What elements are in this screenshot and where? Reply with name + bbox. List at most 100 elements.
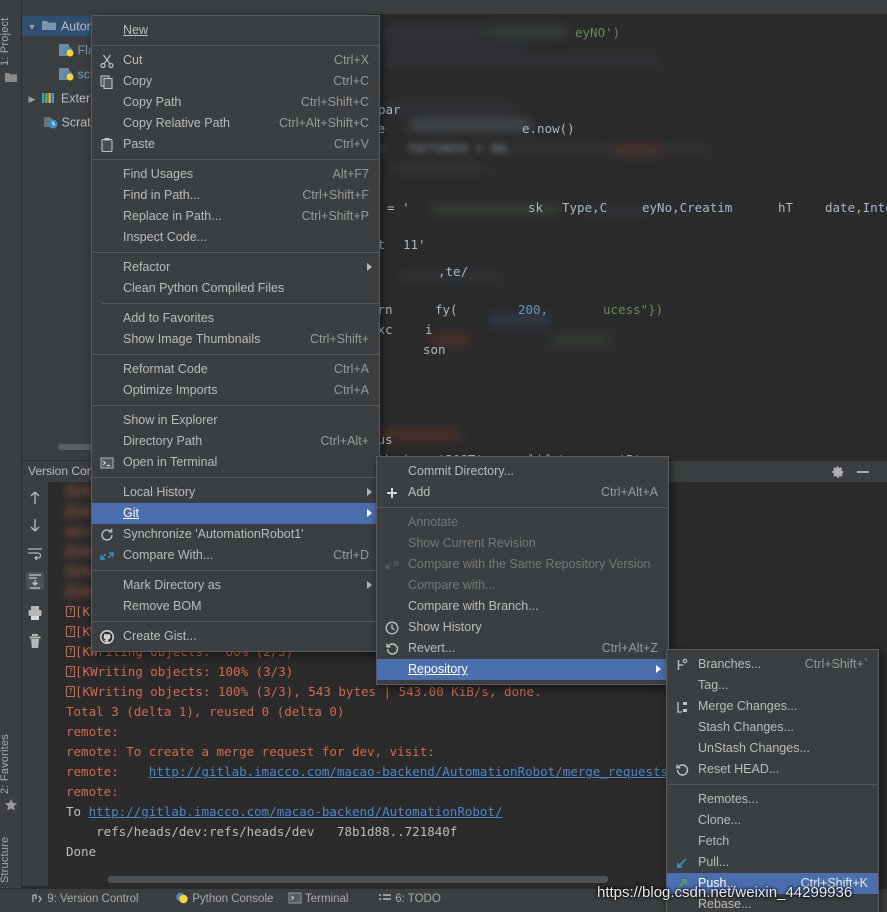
menu-item-inspect-code[interactable]: Inspect Code... bbox=[92, 227, 379, 248]
statusbar-item-version-control[interactable]: 9: Version Control bbox=[30, 893, 139, 905]
repository-link[interactable]: http://gitlab.imacco.com/macao-backend/A… bbox=[89, 804, 503, 819]
tree-item-external-libraries[interactable]: ▶ Extern bbox=[22, 88, 98, 109]
menu-item-copy[interactable]: Copy Ctrl+C bbox=[92, 71, 379, 92]
menu-separator bbox=[377, 507, 668, 508]
menu-item-replace-in-path[interactable]: Replace in Path... Ctrl+Shift+P bbox=[92, 206, 379, 227]
menu-separator bbox=[92, 252, 379, 253]
git-submenu[interactable]: Commit Directory... Add Ctrl+Alt+A Annot… bbox=[376, 456, 669, 685]
menu-item-local-history[interactable]: Local History bbox=[92, 482, 379, 503]
code-fragment: Type,C bbox=[562, 200, 608, 215]
repository-submenu[interactable]: Branches... Ctrl+Shift+` Tag... Merge Ch… bbox=[666, 649, 879, 912]
menu-item-copy-relative-path[interactable]: Copy Relative Path Ctrl+Alt+Shift+C bbox=[92, 113, 379, 134]
expander-icon[interactable]: ▶ bbox=[26, 89, 38, 109]
console-line: ? [KWriting objects: 100% (3/3), 543 byte… bbox=[66, 682, 542, 702]
left-tool-strip: 1: Project 2: Favorites 7: Structure bbox=[0, 0, 22, 912]
menu-item-show-in-explorer[interactable]: Show in Explorer bbox=[92, 410, 379, 431]
menu-item-show-image-thumbnails[interactable]: Show Image Thumbnails Ctrl+Shift+ bbox=[92, 329, 379, 350]
menu-item-fetch[interactable]: Fetch bbox=[667, 831, 878, 852]
merge-icon bbox=[674, 699, 690, 715]
scratches-icon bbox=[42, 115, 58, 129]
menu-item-find-usages[interactable]: Find Usages Alt+F7 bbox=[92, 164, 379, 185]
menu-item-cut[interactable]: Cut Ctrl+X bbox=[92, 50, 379, 71]
todo-icon bbox=[378, 892, 392, 904]
sidebar-tab-favorites[interactable]: 2: Favorites bbox=[0, 712, 21, 794]
menu-shortcut: Ctrl+Alt+Shift+C bbox=[279, 116, 369, 130]
menu-shortcut: Ctrl+C bbox=[333, 74, 369, 88]
tree-item-scratches[interactable]: Scratc bbox=[22, 112, 97, 132]
merge-request-link[interactable]: http://gitlab.imacco.com/macao-backend/A… bbox=[149, 764, 728, 779]
menu-item-optimize-imports[interactable]: Optimize Imports Ctrl+A bbox=[92, 380, 379, 401]
menu-item-branches[interactable]: Branches... Ctrl+Shift+` bbox=[667, 654, 878, 675]
menu-item-find-in-path[interactable]: Find in Path... Ctrl+Shift+F bbox=[92, 185, 379, 206]
menu-item-open-in-terminal[interactable]: Open in Terminal bbox=[92, 452, 379, 473]
menu-item-clean-python-compiled-files[interactable]: Clean Python Compiled Files bbox=[92, 278, 379, 299]
minimize-icon[interactable] bbox=[857, 471, 869, 473]
code-fragment: ,te/ bbox=[438, 264, 469, 279]
copy-icon bbox=[99, 74, 115, 90]
plus-icon bbox=[384, 485, 400, 501]
menu-item-add-to-favorites[interactable]: Add to Favorites bbox=[92, 308, 379, 329]
up-arrow-icon[interactable] bbox=[26, 489, 44, 507]
menu-item-pull[interactable]: Pull... bbox=[667, 852, 878, 873]
menu-separator bbox=[92, 570, 379, 571]
menu-item-compare-same-repo-version: Compare with the Same Repository Version bbox=[377, 554, 668, 575]
tree-item-sch-file[interactable]: sch bbox=[22, 64, 97, 84]
down-arrow-icon[interactable] bbox=[26, 516, 44, 534]
menu-separator bbox=[92, 477, 379, 478]
tree-item-flask-file[interactable]: Fla bbox=[22, 40, 95, 60]
menu-item-directory-path[interactable]: Directory Path Ctrl+Alt+ bbox=[92, 431, 379, 452]
project-context-menu[interactable]: New Cut Ctrl+X Copy Ctrl+C Copy Path Ctr… bbox=[91, 15, 380, 652]
code-fragment: par bbox=[378, 102, 401, 117]
menu-item-remove-bom[interactable]: Remove BOM bbox=[92, 596, 379, 617]
code-fragment: date,Inte bbox=[825, 200, 887, 215]
menu-separator bbox=[92, 354, 379, 355]
menu-separator bbox=[102, 303, 379, 304]
menu-item-new[interactable]: New bbox=[92, 20, 379, 41]
menu-item-add[interactable]: Add Ctrl+Alt+A bbox=[377, 482, 668, 503]
menu-item-commit-directory[interactable]: Commit Directory... bbox=[377, 461, 668, 482]
expander-icon[interactable]: ▼ bbox=[26, 17, 38, 37]
menu-item-annotate: Annotate bbox=[408, 515, 459, 529]
menu-item-repository[interactable]: Repository bbox=[377, 659, 668, 680]
menu-item-revert[interactable]: Revert... Ctrl+Alt+Z bbox=[377, 638, 668, 659]
menu-item-compare-with-branch[interactable]: Compare with Branch... bbox=[377, 596, 668, 617]
menu-item-unstash-changes[interactable]: UnStash Changes... bbox=[667, 738, 878, 759]
print-icon[interactable] bbox=[26, 604, 44, 622]
code-fragment: hT bbox=[778, 200, 794, 215]
sidebar-tab-structure[interactable]: 7: Structure bbox=[0, 818, 21, 896]
code-editor[interactable]: eyNO') par te e.now() = tartdate + da l … bbox=[370, 14, 887, 460]
scroll-to-end-icon[interactable] bbox=[26, 572, 44, 590]
version-control-toolbar[interactable] bbox=[22, 482, 48, 886]
menu-item-compare-with[interactable]: Compare With... Ctrl+D bbox=[92, 545, 379, 566]
gear-icon[interactable] bbox=[831, 465, 845, 479]
menu-item-merge-changes[interactable]: Merge Changes... bbox=[667, 696, 878, 717]
sidebar-tab-project[interactable]: 1: Project bbox=[0, 4, 21, 66]
menu-item-reset-head[interactable]: Reset HEAD... bbox=[667, 759, 878, 780]
console-horizontal-scrollbar[interactable] bbox=[108, 876, 608, 883]
chevron-right-icon bbox=[367, 581, 372, 589]
menu-item-reformat-code[interactable]: Reformat Code Ctrl+A bbox=[92, 359, 379, 380]
console-line: remote: http://gitlab.imacco.com/macao-b… bbox=[66, 764, 729, 779]
soft-wrap-icon[interactable] bbox=[26, 544, 44, 562]
menu-item-mark-directory-as[interactable]: Mark Directory as bbox=[92, 575, 379, 596]
menu-item-synchronize[interactable]: Synchronize 'AutomationRobot1' bbox=[92, 524, 379, 545]
menu-shortcut: Ctrl+X bbox=[333, 53, 369, 67]
terminal-icon bbox=[99, 455, 115, 471]
menu-item-stash-changes[interactable]: Stash Changes... bbox=[667, 717, 878, 738]
menu-item-tag[interactable]: Tag... bbox=[667, 675, 878, 696]
statusbar-item-python-console[interactable]: Python Console bbox=[175, 892, 273, 905]
statusbar-label: Terminal bbox=[305, 893, 349, 906]
menu-item-copy-path[interactable]: Copy Path Ctrl+Shift+C bbox=[92, 92, 379, 113]
github-icon bbox=[99, 629, 115, 645]
menu-item-refactor[interactable]: Refactor bbox=[92, 257, 379, 278]
code-fragment: eyNo,Creatim bbox=[642, 200, 733, 215]
menu-item-git[interactable]: Git bbox=[92, 503, 379, 524]
menu-item-paste[interactable]: Paste Ctrl+V bbox=[92, 134, 379, 155]
statusbar-item-todo[interactable]: 6: TODO bbox=[378, 893, 441, 905]
menu-item-create-gist[interactable]: Create Gist... bbox=[92, 626, 379, 647]
menu-item-remotes[interactable]: Remotes... bbox=[667, 789, 878, 810]
menu-item-show-history[interactable]: Show History bbox=[377, 617, 668, 638]
trash-icon[interactable] bbox=[26, 632, 44, 650]
statusbar-item-terminal[interactable]: Terminal bbox=[288, 892, 349, 906]
menu-item-clone[interactable]: Clone... bbox=[667, 810, 878, 831]
